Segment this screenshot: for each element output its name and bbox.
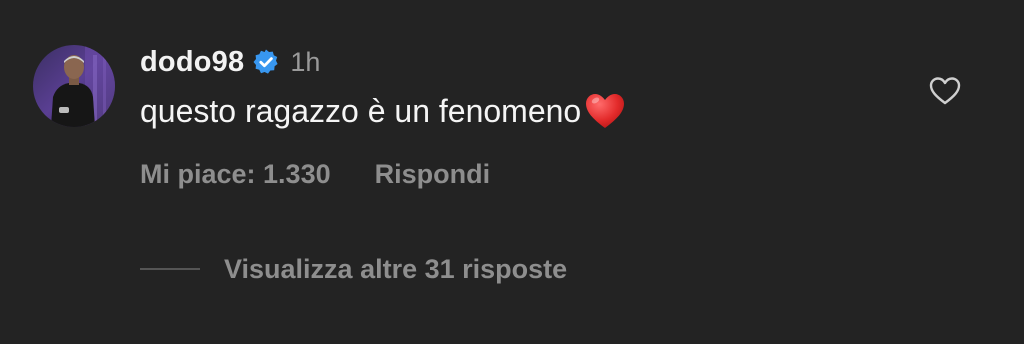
comment: dodo98 1h questo ragazzo è un fenomeno M… bbox=[0, 0, 1024, 344]
comment-header: dodo98 1h bbox=[140, 42, 320, 82]
likes-count[interactable]: Mi piace: 1.330 bbox=[140, 159, 331, 190]
verified-badge-icon bbox=[252, 48, 280, 76]
red-heart-emoji-icon bbox=[583, 89, 627, 133]
view-replies-label[interactable]: Visualizza altre 31 risposte bbox=[224, 254, 567, 285]
reply-button[interactable]: Rispondi bbox=[375, 159, 491, 190]
heart-outline-icon bbox=[929, 77, 961, 105]
like-button[interactable] bbox=[928, 74, 962, 108]
avatar[interactable] bbox=[33, 45, 115, 127]
comment-actions: Mi piace: 1.330 Rispondi bbox=[140, 154, 490, 194]
username[interactable]: dodo98 bbox=[140, 46, 244, 79]
comment-text: questo ragazzo è un fenomeno bbox=[140, 89, 627, 133]
timestamp: 1h bbox=[290, 46, 321, 77]
comment-body: questo ragazzo è un fenomeno bbox=[140, 93, 582, 129]
view-replies[interactable]: Visualizza altre 31 risposte bbox=[140, 249, 567, 289]
replies-divider bbox=[140, 268, 200, 270]
